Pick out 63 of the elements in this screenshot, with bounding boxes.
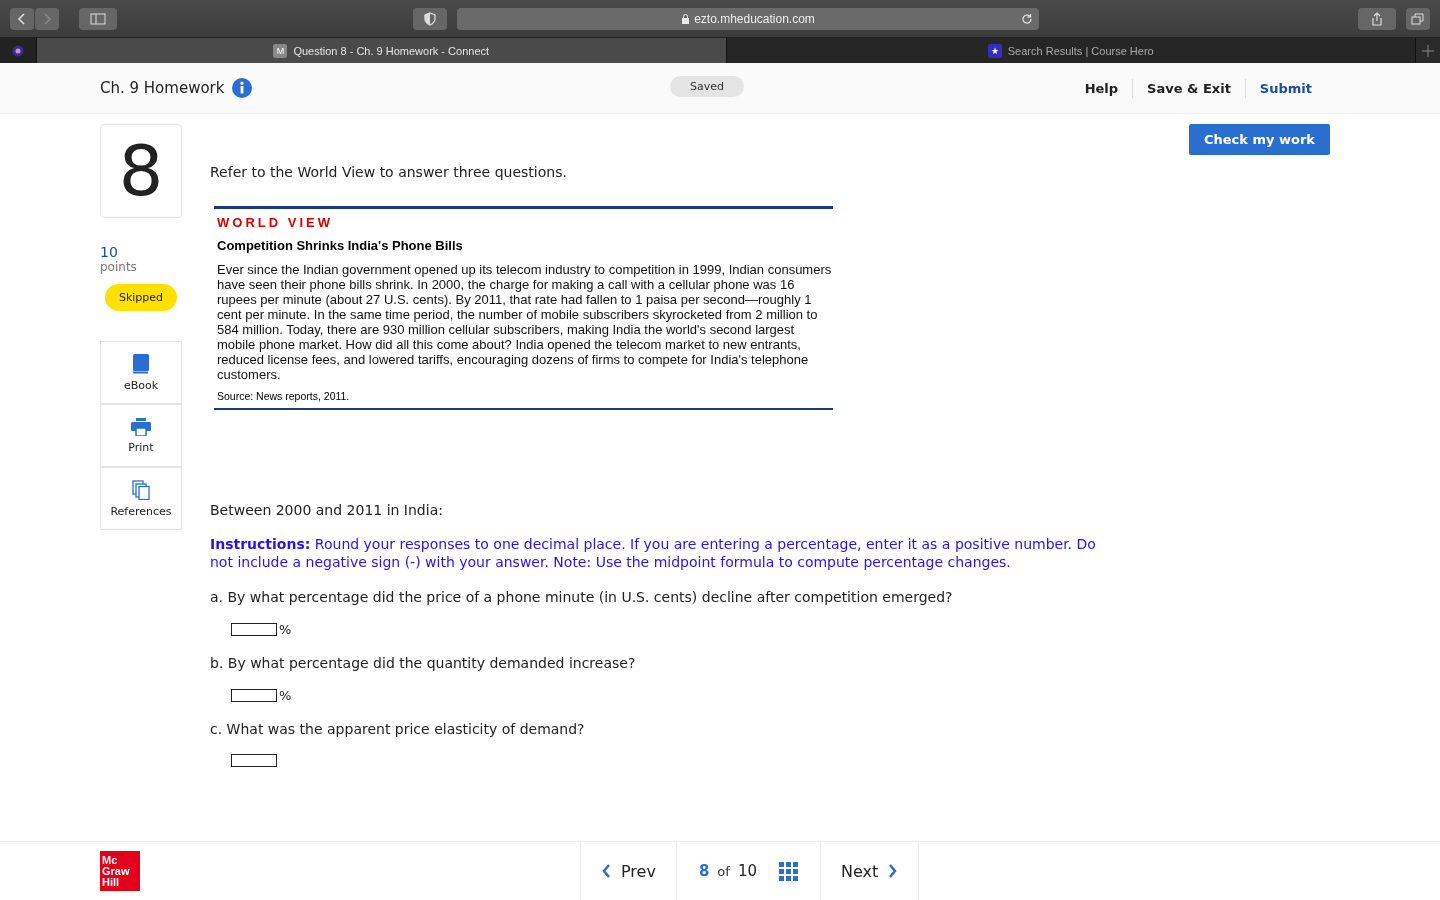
tabs-button[interactable] [1406, 7, 1430, 30]
browser-tab[interactable]: ★ Search Results | Course Hero [725, 38, 1415, 63]
article-headline: Competition Shrinks India's Phone Bills [217, 238, 464, 253]
shield-icon [424, 11, 436, 26]
info-icon[interactable] [232, 78, 253, 98]
points-value: 10 [100, 244, 119, 260]
privacy-button[interactable] [413, 7, 447, 30]
points-label: points [100, 260, 138, 274]
current-question: 8 [698, 862, 710, 880]
world-view-label: WORLD VIEW [217, 215, 334, 230]
tool-button[interactable]: eBook [100, 341, 182, 404]
chevron-left-icon [17, 11, 27, 26]
book-icon [132, 353, 150, 374]
favicon-icon: ★ [987, 43, 1002, 58]
article-source: Source: News reports, 2011. [217, 390, 351, 402]
windows-icon [1411, 12, 1425, 25]
instructions-text: Instructions: Round your responses to one decimal place. If you are entering a percentage, enter it as a positive number. Do not include a negative sign (-) with your answer. Note: Use the midpoint formula to compute percentage changes. [210, 535, 1097, 571]
pinned-tab[interactable] [0, 38, 36, 63]
answer-field[interactable] [231, 754, 277, 767]
sidebar-icon [90, 12, 106, 25]
prev-button[interactable]: Prev [581, 842, 676, 900]
total-questions: 10 [737, 862, 757, 880]
saved-status: Saved [670, 76, 744, 97]
sidebar-button[interactable] [79, 7, 117, 30]
lead-text: Between 2000 and 2011 in India: [210, 502, 444, 518]
tool-button[interactable]: References [100, 467, 182, 530]
address-bar[interactable]: ezto.mheducation.com [457, 7, 1039, 30]
header-link[interactable]: Save & Exit [1132, 78, 1245, 98]
status-badge: Skipped [104, 284, 178, 311]
unit-label: % [279, 688, 292, 703]
next-button[interactable]: Next [820, 842, 919, 900]
documents-icon [132, 479, 150, 500]
tool-button[interactable]: Print [100, 404, 182, 467]
grid-icon[interactable] [778, 861, 798, 881]
question-prompt: c. What was the apparent price elasticity of demand? [210, 721, 586, 737]
unit-label: % [279, 622, 292, 637]
publisher-logo: Mc Graw Hill [100, 851, 140, 891]
intro-text: Refer to the World View to answer three questions. [210, 164, 568, 180]
header-link[interactable]: Submit [1244, 78, 1326, 98]
chevron-left-icon [601, 863, 611, 879]
badge-icon [12, 44, 24, 57]
question-prompt: b. By what percentage did the quantity demanded increase? [210, 655, 637, 671]
share-icon [1371, 11, 1383, 26]
forward-button[interactable] [35, 7, 59, 30]
answer-field[interactable] [231, 623, 277, 636]
question-number: 8 [100, 124, 182, 218]
chevron-right-icon [888, 863, 899, 879]
favicon-icon: M [273, 43, 288, 58]
article-body: Ever since the Indian government opened up its telecom industry to competition in 1999, Indian consumers have seen their phone bills shrink. In 2000, the charge for making a call with a cellular phone was 16 rupees per minute (about 27 U.S. cents). By 2011, that rate had fallen to 1 paisa per second—roughly 1 cent per minute. In the same time period, the number of mobile subscribers skyrocketed from 2 million to 584 million. Today, there are 930 million cellular subscribers, making India the world's second largest mobile phone market. How did all this come about? India opened the telecom market to new entrants, reduced license fees, and lowered tariffs, encouraging dozens of firms to compete for India's telephone customers. [217, 262, 833, 382]
answer-field[interactable] [231, 689, 277, 702]
browser-tab[interactable]: M Question 8 - Ch. 9 Homework - Connect [36, 38, 726, 63]
check-my-work-button[interactable]: Check my work [1188, 124, 1330, 155]
lock-icon [681, 13, 691, 24]
reload-icon[interactable] [1021, 12, 1033, 25]
chevron-right-icon [42, 11, 52, 26]
of-label: of [717, 863, 730, 879]
printer-icon [131, 417, 151, 436]
back-button[interactable] [10, 7, 34, 30]
share-button[interactable] [1358, 7, 1396, 30]
header-link[interactable]: Help [1070, 78, 1133, 98]
plus-icon [1422, 44, 1434, 57]
assignment-title: Ch. 9 Homework [100, 79, 225, 97]
question-prompt: a. By what percentage did the price of a phone minute (in U.S. cents) decline after competition emerged? [210, 589, 954, 605]
